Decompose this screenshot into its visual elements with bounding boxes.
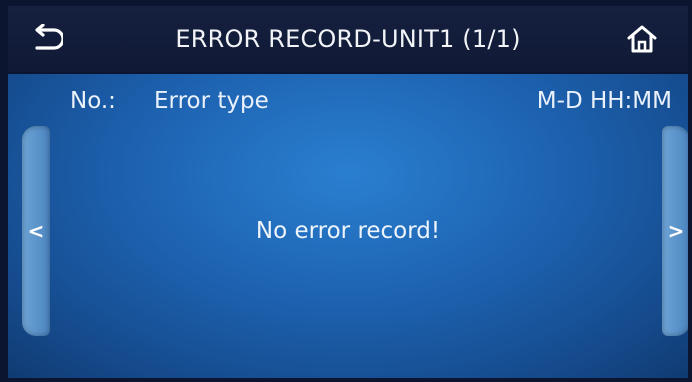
header-bar: ERROR RECORD-UNIT1 (1/1) <box>8 6 688 74</box>
column-header-time: M-D HH:MM <box>536 88 672 114</box>
home-icon <box>627 25 657 53</box>
column-header-number: No.: <box>70 88 116 114</box>
back-arrow-icon <box>35 24 63 50</box>
page-title: ERROR RECORD-UNIT1 (1/1) <box>175 25 521 53</box>
column-header-error-type: Error type <box>154 88 269 114</box>
empty-state-message: No error record! <box>255 218 441 244</box>
back-button[interactable] <box>22 16 70 62</box>
screen: ERROR RECORD-UNIT1 (1/1) No.: Error type… <box>8 6 688 378</box>
home-button[interactable] <box>618 16 666 62</box>
